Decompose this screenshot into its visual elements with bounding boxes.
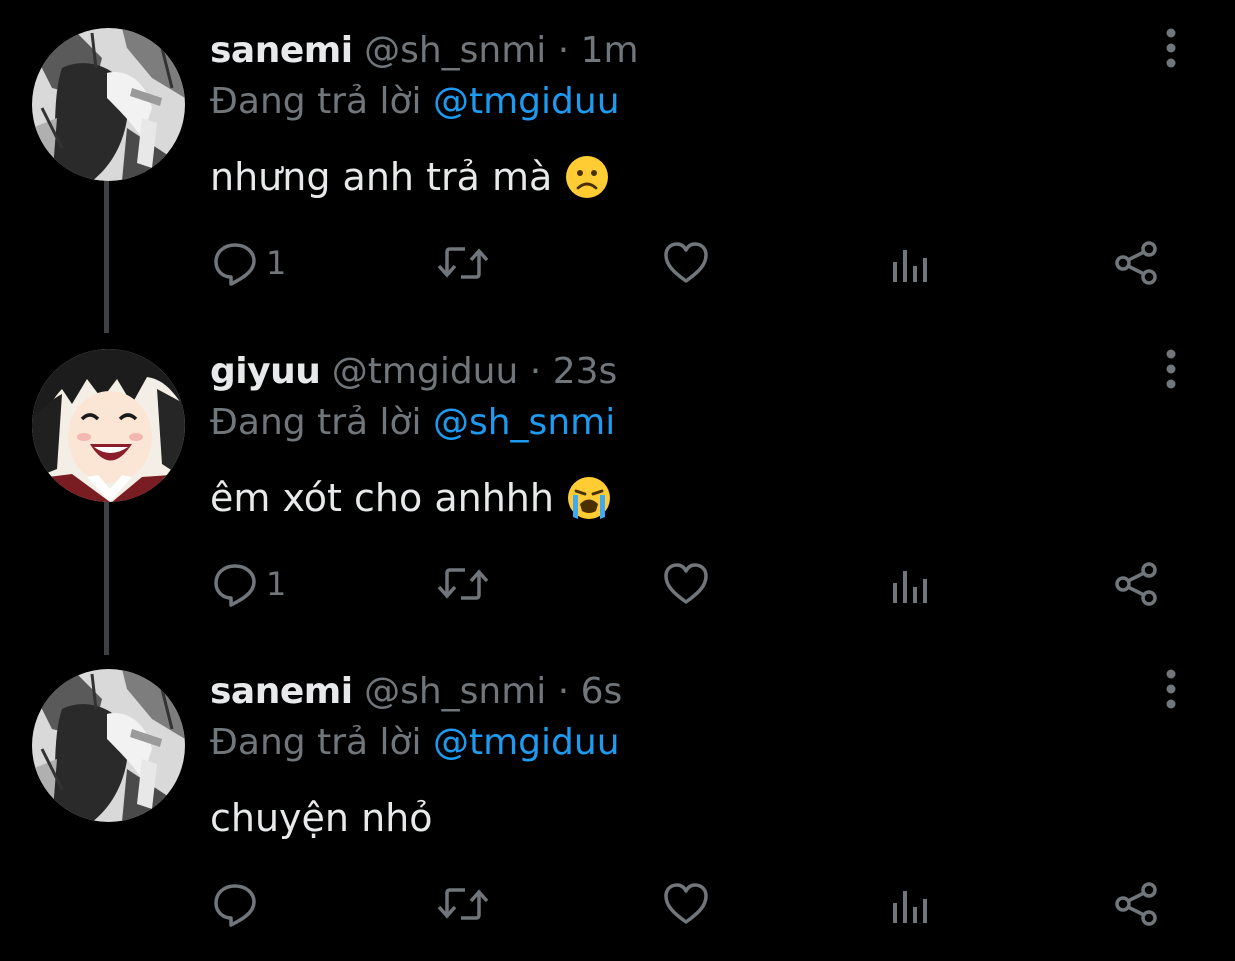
display-name[interactable]: sanemi [210,671,353,712]
retweet-icon [437,247,489,279]
action-bar: 1 [0,559,1235,609]
views-icon [893,250,927,282]
tweet-text-content: êm xót cho anhhh [210,476,554,520]
like-icon [664,563,708,604]
like-button[interactable] [662,559,710,609]
more-vertical-icon[interactable] [1156,667,1186,711]
tweet[interactable]: sanemi @sh_snmi · 6s Đang trả lời @tmgid… [0,641,1235,961]
more-vertical-icon[interactable] [1156,26,1186,70]
mention-link[interactable]: @tmgiduu [433,722,620,763]
like-icon [664,883,708,924]
avatar[interactable] [32,28,185,181]
retweet-button[interactable] [437,238,489,288]
replying-prefix: Đang trả lời [210,81,422,122]
mention-link[interactable]: @sh_snmi [433,402,615,443]
tweet-text: nhưng anh trả mà [210,152,610,202]
like-button[interactable] [662,879,710,929]
tweet-header: sanemi @sh_snmi · 1m [210,28,639,74]
retweet-button[interactable] [437,879,489,929]
share-icon [1115,241,1157,285]
avatar[interactable] [32,349,185,502]
tweet[interactable]: sanemi @sh_snmi · 1m Đang trả lời @tmgid… [0,0,1235,320]
retweet-icon [437,888,489,920]
timestamp[interactable]: 1m [581,30,639,71]
reply-count: 1 [266,244,287,282]
reply-button[interactable]: 1 [212,238,286,288]
reply-button[interactable] [212,879,266,929]
views-button[interactable] [888,238,934,288]
handle[interactable]: @sh_snmi [364,671,546,712]
tweet-text: chuyện nhỏ [210,793,433,843]
tweet-header: giyuu @tmgiduu · 23s [210,349,617,395]
reply-count: 1 [266,565,287,603]
views-button[interactable] [888,879,934,929]
tweet-text-content: nhưng anh trả mà [210,155,553,199]
tweet-text: êm xót cho anhhh [210,473,612,523]
display-name[interactable]: giyuu [210,351,321,392]
handle[interactable]: @tmgiduu [332,351,519,392]
more-vertical-icon[interactable] [1156,347,1186,391]
retweet-button[interactable] [437,559,489,609]
slightly-frowning-face-icon [566,156,609,198]
share-icon [1115,562,1157,606]
replying-to: Đang trả lời @sh_snmi [210,400,615,446]
replying-prefix: Đang trả lời [210,722,422,763]
handle[interactable]: @sh_snmi [364,30,546,71]
views-icon [893,571,927,603]
replying-prefix: Đang trả lời [210,402,422,443]
action-bar: 1 [0,238,1235,288]
avatar[interactable] [32,669,185,822]
retweet-icon [437,568,489,600]
like-icon [664,242,708,283]
reply-icon [214,564,256,607]
share-button[interactable] [1112,559,1160,609]
share-button[interactable] [1112,879,1160,929]
reply-icon [214,884,256,927]
reply-button[interactable]: 1 [212,559,286,609]
replying-to: Đang trả lời @tmgiduu [210,79,620,125]
like-button[interactable] [662,238,710,288]
replying-to: Đang trả lời @tmgiduu [210,720,620,766]
separator: · [557,671,570,712]
reply-icon [214,243,256,286]
mention-link[interactable]: @tmgiduu [433,81,620,122]
views-button[interactable] [888,559,934,609]
tweet-header: sanemi @sh_snmi · 6s [210,669,622,715]
tweet[interactable]: giyuu @tmgiduu · 23s Đang trả lời @sh_sn… [0,321,1235,641]
display-name[interactable]: sanemi [210,30,353,71]
separator: · [529,351,542,392]
tweet-text-content: chuyện nhỏ [210,796,433,840]
loudly-crying-face-icon [567,477,610,519]
action-bar [0,879,1235,929]
share-button[interactable] [1112,238,1160,288]
timestamp[interactable]: 6s [581,671,623,712]
share-icon [1115,882,1157,926]
views-icon [893,891,927,923]
timestamp[interactable]: 23s [553,351,618,392]
separator: · [557,30,570,71]
